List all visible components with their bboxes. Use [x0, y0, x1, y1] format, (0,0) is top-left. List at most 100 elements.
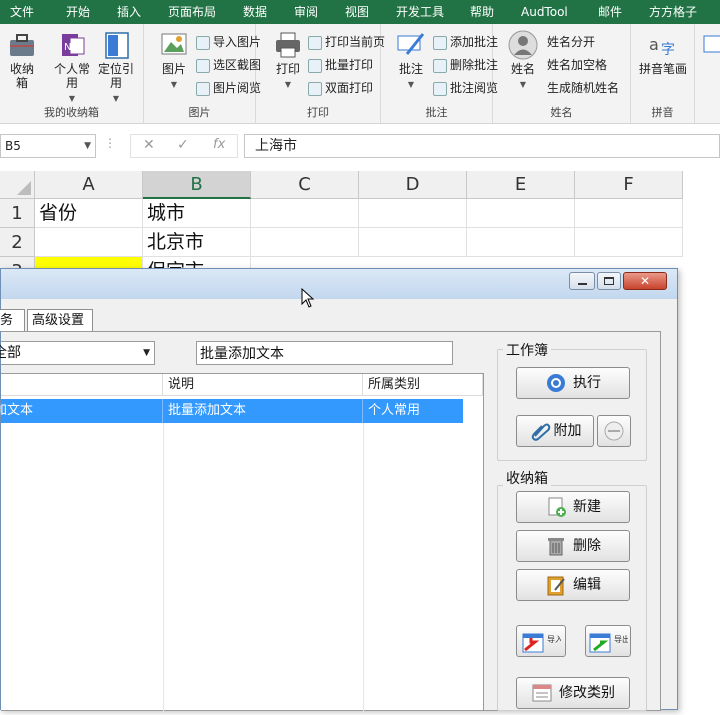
import-picture-button[interactable]: 导入图片 — [196, 32, 261, 52]
list-header-category[interactable]: 所属类别 — [363, 374, 483, 396]
delete-button[interactable]: 删除 — [516, 530, 630, 562]
cell-c1[interactable] — [251, 199, 359, 228]
name-box[interactable]: B5 ▼ — [0, 134, 96, 158]
edit-button[interactable]: 编辑 — [516, 569, 630, 601]
tab-advanced-settings[interactable]: 高级设置 — [27, 309, 93, 331]
cell-f2[interactable] — [575, 228, 683, 257]
duplex-print-button[interactable]: 双面打印 — [308, 78, 373, 98]
new-file-icon — [545, 496, 567, 518]
printer-icon — [272, 30, 304, 60]
tab-view[interactable]: 视图 — [345, 0, 369, 24]
tab-audtool[interactable]: AudTool — [521, 0, 568, 24]
personal-button[interactable]: N 个人常用 ▼ — [52, 30, 92, 106]
column-header-a[interactable]: A — [35, 171, 143, 199]
tab-review[interactable]: 审阅 — [294, 0, 318, 24]
picture-browse-button[interactable]: 图片阅览 — [196, 78, 261, 98]
import-button[interactable]: 导入 — [516, 625, 566, 657]
select-all-corner[interactable] — [0, 171, 35, 199]
picture-button[interactable]: 图片 ▼ — [156, 30, 192, 92]
row-header-1[interactable]: 1 — [0, 199, 35, 228]
name-split-button[interactable]: 姓名分开 — [547, 32, 595, 52]
picture-button-label: 图片 — [161, 62, 186, 76]
cell-b2[interactable]: 北京市 — [143, 228, 251, 257]
cell-b1[interactable]: 城市 — [143, 199, 251, 228]
cell-f1[interactable] — [575, 199, 683, 228]
tab-help[interactable]: 帮助 — [470, 0, 494, 24]
cell-d1[interactable] — [359, 199, 467, 228]
paperclip-icon — [529, 420, 551, 442]
formula-input[interactable]: 上海市 — [244, 134, 720, 158]
new-button[interactable]: 新建 — [516, 491, 630, 523]
execute-button[interactable]: 执行 — [516, 367, 630, 399]
tab-insert[interactable]: 插入 — [117, 0, 141, 24]
list-header-desc[interactable]: 说明 — [163, 374, 363, 396]
id-card-button[interactable] — [700, 30, 720, 62]
attach-button[interactable]: 附加 — [516, 415, 594, 447]
column-header-c[interactable]: C — [251, 171, 359, 199]
comment-browse-button[interactable]: 批注阅览 — [433, 78, 498, 98]
batch-print-button[interactable]: 批量打印 — [308, 55, 373, 75]
name-space-button[interactable]: 姓名加空格 — [547, 55, 607, 75]
tab-page-layout[interactable]: 页面布局 — [168, 0, 216, 24]
storage-dialog: ✕ 务 高级设置 全部 ▼ 说明 所属类别 加文本 批量添加文本 个人常用 工作… — [0, 268, 678, 712]
storage-button[interactable]: 收纳箱 — [4, 30, 40, 90]
group-pinyin: a字 拼音笔画 拼音 — [631, 24, 695, 124]
tab-mail[interactable]: 邮件 — [598, 0, 622, 24]
export-button[interactable]: 导出 — [585, 625, 631, 657]
cancel-icon[interactable]: ✕ — [143, 137, 155, 153]
comment-button[interactable]: 批注 ▼ — [393, 30, 429, 92]
export-icon: 导出 — [588, 630, 630, 653]
tab-fangfang[interactable]: 方方格子 — [649, 0, 697, 24]
print-current-button[interactable]: 打印当前页 — [308, 32, 385, 52]
cell-a2[interactable] — [35, 228, 143, 257]
search-input[interactable] — [196, 341, 453, 365]
name-split-label: 姓名分开 — [547, 35, 596, 49]
personal-button-label: 个人常用 — [53, 62, 90, 90]
task-list[interactable]: 说明 所属类别 加文本 批量添加文本 个人常用 — [0, 373, 484, 712]
tab-data[interactable]: 数据 — [243, 0, 267, 24]
personal-icon: N — [56, 30, 88, 60]
cell-d2[interactable] — [359, 228, 467, 257]
add-comment-button[interactable]: 添加批注 — [433, 32, 498, 52]
tab-developer[interactable]: 开发工具 — [396, 0, 444, 24]
remove-button[interactable] — [597, 415, 631, 447]
group-label-print: 打印 — [307, 106, 329, 119]
cell-e1[interactable] — [467, 199, 575, 228]
formula-buttons: ✕ ✓ fx — [130, 134, 238, 158]
column-header-b[interactable]: B — [143, 171, 251, 199]
locate-icon — [100, 30, 132, 60]
dialog-title-bar[interactable]: ✕ — [1, 269, 677, 299]
pinyin-button[interactable]: a字 拼音笔画 — [639, 30, 687, 76]
chevron-down-icon[interactable]: ▼ — [143, 342, 150, 364]
comment-browse-icon — [433, 81, 447, 96]
export-text: 导出 — [614, 634, 628, 644]
function-icon[interactable]: fx — [213, 137, 225, 152]
row-header-2[interactable]: 2 — [0, 228, 35, 257]
list-header-name[interactable] — [1, 374, 163, 396]
chevron-down-icon: ▼ — [112, 94, 120, 103]
tab-tasks[interactable]: 务 — [0, 309, 25, 331]
name-button[interactable]: 姓名 ▼ — [505, 30, 541, 92]
maximize-icon[interactable] — [597, 272, 621, 290]
random-name-button[interactable]: 生成随机姓名 — [547, 78, 619, 98]
tab-file[interactable]: 文件 — [10, 0, 34, 24]
cell-e2[interactable] — [467, 228, 575, 257]
chevron-down-icon: ▼ — [407, 80, 415, 89]
category-list-icon — [531, 682, 553, 704]
column-header-e[interactable]: E — [467, 171, 575, 199]
cell-c2[interactable] — [251, 228, 359, 257]
locate-button[interactable]: 定位引用 ▼ — [96, 30, 136, 106]
confirm-icon[interactable]: ✓ — [177, 137, 189, 153]
print-button[interactable]: 打印 ▼ — [270, 30, 306, 92]
screenshot-button[interactable]: 选区截图 — [196, 55, 261, 75]
tab-home[interactable]: 开始 — [66, 0, 90, 24]
close-icon[interactable]: ✕ — [623, 272, 667, 290]
column-header-d[interactable]: D — [359, 171, 467, 199]
category-select[interactable]: 全部 ▼ — [0, 341, 155, 365]
chevron-down-icon[interactable]: ▼ — [84, 135, 91, 157]
minimize-icon[interactable] — [569, 272, 595, 290]
modify-category-button[interactable]: 修改类别 — [516, 677, 630, 709]
column-header-f[interactable]: F — [575, 171, 683, 199]
cell-a1[interactable]: 省份 — [35, 199, 143, 228]
delete-comment-button[interactable]: 删除批注 — [433, 55, 498, 75]
